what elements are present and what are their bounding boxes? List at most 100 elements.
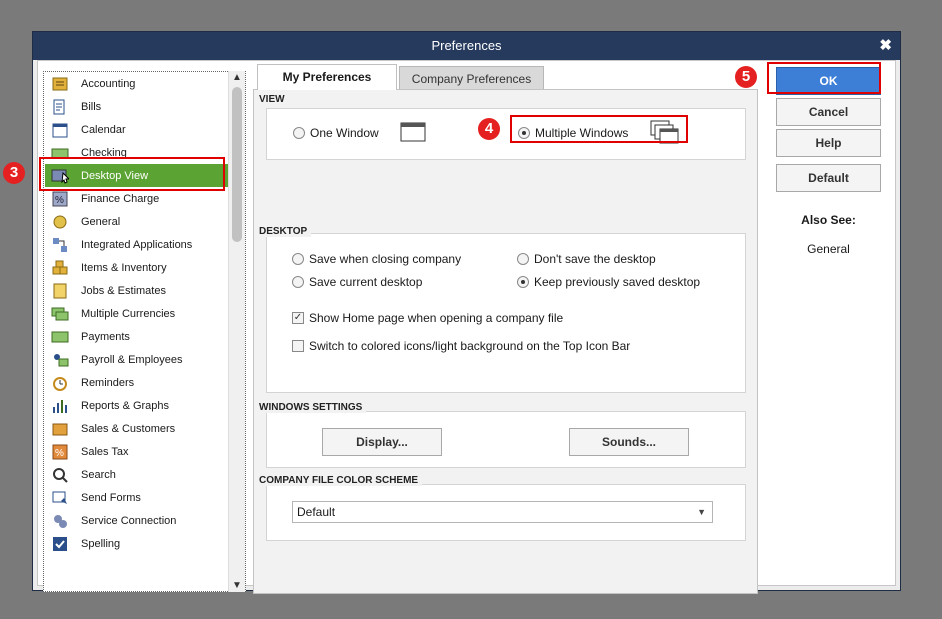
cancel-button[interactable]: Cancel [776,98,881,126]
save-current-desktop-radio[interactable]: Save current desktop [292,275,422,289]
sidebar-item-multiple-currencies[interactable]: Multiple Currencies [45,302,245,325]
sidebar-item-label: General [81,215,121,228]
sidebar-item-reminders[interactable]: Reminders [45,371,245,394]
one-window-radio-button[interactable] [293,127,305,139]
view-group: One Window Multiple Windows [266,108,746,160]
sidebar-item-spelling[interactable]: Spelling [45,532,245,555]
sidebar-item-label: Accounting [81,77,136,90]
color-scheme-value: Default [297,505,336,519]
sidebar-item-label: Jobs & Estimates [81,284,166,297]
one-window-label: One Window [310,126,379,140]
help-button[interactable]: Help [776,129,881,157]
default-button[interactable]: Default [776,164,881,192]
svg-text:%: % [55,448,64,459]
spelling-icon [49,535,71,553]
dont-save-desktop-label: Don't save the desktop [534,252,656,266]
sidebar-item-sales-tax[interactable]: % Sales Tax [45,440,245,463]
sidebar-item-integrated-apps[interactable]: Integrated Applications [45,233,245,256]
sidebar-item-sales-customers[interactable]: Sales & Customers [45,417,245,440]
sidebar-item-payroll[interactable]: Payroll & Employees [45,348,245,371]
step-3-badge: 3 [3,162,25,184]
sidebar-item-checking[interactable]: Checking [45,141,245,164]
sidebar-item-label: Sales Tax [81,445,129,458]
colored-icons-label: Switch to colored icons/light background… [309,339,631,353]
display-button[interactable]: Display... [322,428,442,456]
sidebar-item-label: Integrated Applications [81,238,193,251]
search-icon [49,466,71,484]
sidebar-item-finance-charge[interactable]: % Finance Charge [45,187,245,210]
multiple-windows-radio[interactable]: Multiple Windows [518,126,628,140]
ok-button[interactable]: OK [776,67,881,95]
colored-icons-checkbox[interactable]: Switch to colored icons/light background… [292,339,630,353]
sidebar-item-payments[interactable]: Payments [45,325,245,348]
sidebar-item-label: Search [81,468,116,481]
category-scrollbar[interactable]: ▲ ▼ [228,71,245,592]
bills-icon [49,98,71,116]
close-icon[interactable]: ✖ [879,32,892,60]
preferences-dialog: Preferences ✖ Accounting Bills Calendar Che… [32,31,901,594]
one-window-radio[interactable]: One Window [293,126,379,140]
sidebar-item-label: Items & Inventory [81,261,167,274]
save-when-closing-label: Save when closing company [309,252,462,266]
window-title: Preferences [431,38,502,53]
sidebar-item-send-forms[interactable]: Send Forms [45,486,245,509]
sidebar-item-label: Reports & Graphs [81,399,170,412]
payments-icon [49,328,71,346]
tab-company-preferences[interactable]: Company Preferences [399,66,544,90]
color-scheme-select[interactable]: Default ▼ [292,501,713,523]
sidebar-item-desktop-view[interactable]: Desktop View [45,164,245,187]
sidebar-item-search[interactable]: Search [45,463,245,486]
sidebar-item-label: Checking [81,146,127,159]
sidebar-item-label: Sales & Customers [81,422,176,435]
keep-previous-desktop-radio[interactable]: Keep previously saved desktop [517,275,700,289]
sidebar-item-label: Bills [81,100,102,113]
items-inventory-icon [49,259,71,277]
checkbox-checked-icon[interactable]: ✓ [292,312,304,324]
integrated-apps-icon [49,236,71,254]
windows-settings-heading: WINDOWS SETTINGS [259,402,367,413]
sidebar-item-label: Reminders [81,376,135,389]
step-4-badge: 4 [478,118,500,140]
show-home-page-checkbox[interactable]: ✓ Show Home page when opening a company … [292,311,563,325]
save-when-closing-radio[interactable]: Save when closing company [292,252,461,266]
dialog-body: Accounting Bills Calendar Checking Desktop V… [37,60,896,594]
sidebar-item-jobs-estimates[interactable]: Jobs & Estimates [45,279,245,302]
keep-previous-desktop-label: Keep previously saved desktop [534,275,701,289]
calendar-icon [49,121,71,139]
finance-charge-icon: % [49,190,71,208]
scroll-up-icon[interactable]: ▲ [232,72,242,83]
scroll-thumb[interactable] [232,87,242,242]
category-list: Accounting Bills Calendar Checking Desktop V… [43,71,246,592]
scroll-down-icon[interactable]: ▼ [232,580,242,591]
sidebar-item-service-connection[interactable]: Service Connection [45,509,245,532]
sidebar-item-general[interactable]: General [45,210,245,233]
reminders-icon [49,374,71,392]
sidebar-item-reports-graphs[interactable]: Reports & Graphs [45,394,245,417]
multiple-windows-radio-button[interactable] [518,127,530,139]
sidebar-item-calendar[interactable]: Calendar [45,118,245,141]
view-heading: VIEW [259,94,289,105]
payroll-icon [49,351,71,369]
sidebar-item-label: Payroll & Employees [81,353,183,366]
dont-save-desktop-radio[interactable]: Don't save the desktop [517,252,656,266]
chevron-down-icon[interactable]: ▼ [697,502,706,522]
sidebar-item-label: Service Connection [81,514,177,527]
sidebar-item-label: Multiple Currencies [81,307,176,320]
reports-graphs-icon [49,397,71,415]
also-see-general-link[interactable]: General [776,242,881,256]
sounds-button[interactable]: Sounds... [569,428,689,456]
sidebar-item-label: Finance Charge [81,192,160,205]
my-preferences-panel: One Window Multiple Windows VIEW DESKTOP… [253,89,758,594]
svg-text:%: % [55,195,64,206]
service-connection-icon [49,512,71,530]
multiple-windows-label: Multiple Windows [535,126,629,140]
sales-customers-icon [49,420,71,438]
single-window-icon [400,122,426,142]
checkbox-unchecked-icon[interactable] [292,340,304,352]
sidebar-item-label: Calendar [81,123,126,136]
sidebar-item-items-inventory[interactable]: Items & Inventory [45,256,245,279]
tab-my-preferences[interactable]: My Preferences [257,64,397,90]
checking-icon [49,144,71,162]
sidebar-item-bills[interactable]: Bills [45,95,245,118]
sidebar-item-accounting[interactable]: Accounting [45,72,245,95]
